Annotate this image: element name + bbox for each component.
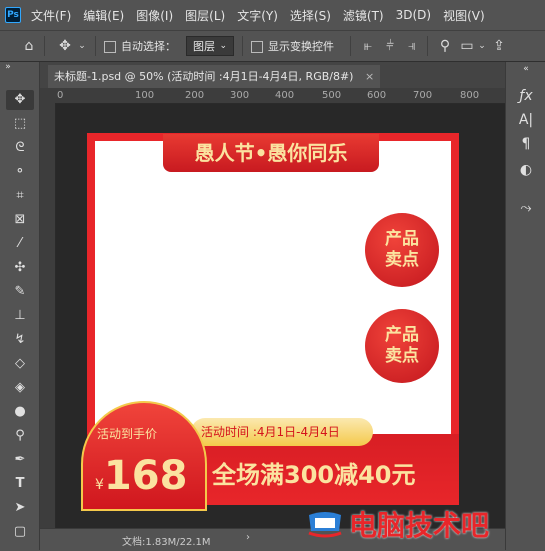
site-watermark: 电脑技术吧: [305, 502, 545, 546]
options-bar: ⌂ ✥ ⌄ 自动选择： 图层 ⌄ 显示变换控件 ⫦ ⫩ ⫣ ⚲ ▭ ⌄ ⇪: [0, 30, 545, 62]
ruler-label: 300: [230, 90, 250, 101]
ruler-label: 800: [460, 90, 480, 101]
currency-symbol: ¥: [95, 477, 104, 493]
ruler-top: 0 100 200 300 400 500 600 700 800: [55, 88, 505, 104]
divider: [242, 36, 243, 56]
event-time-text: 活动时间 :4月1日-4月4日: [201, 425, 340, 439]
ruler-left: [40, 103, 56, 528]
menu-bar: Ps 文件(F) 编辑(E) 图像(I) 图层(L) 文字(Y) 选择(S) 滤…: [0, 0, 545, 30]
divider: [350, 36, 351, 56]
chevron-down-icon[interactable]: ⌄: [478, 41, 486, 51]
workspace-icon[interactable]: ▭: [456, 38, 478, 54]
chevron-down-icon: ⌄: [219, 41, 227, 51]
menu-view[interactable]: 视图(V): [443, 7, 485, 24]
ruler-label: 200: [185, 90, 205, 101]
right-panel-dock: « ƒx A| ¶ ◐ ⤳: [505, 62, 545, 550]
share-icon[interactable]: ⇪: [490, 38, 508, 54]
history-brush-tool-icon[interactable]: ↯: [6, 330, 34, 350]
pen-tool-icon[interactable]: ✒: [6, 450, 34, 470]
clone-stamp-tool-icon[interactable]: ⊥: [6, 306, 34, 326]
rectangle-tool-icon[interactable]: ▢: [6, 522, 34, 542]
feature-badge-2-line2: 卖点: [385, 346, 419, 366]
ruler-label: 500: [322, 90, 342, 101]
menu-layer[interactable]: 图层(L): [185, 7, 225, 24]
menu-file[interactable]: 文件(F): [31, 7, 71, 24]
menu-image[interactable]: 图像(I): [136, 7, 173, 24]
menu-type[interactable]: 文字(Y): [237, 7, 278, 24]
document-size: 文档:1.83M/22.1M: [122, 537, 211, 548]
brush-tool-icon[interactable]: ✎: [6, 282, 34, 302]
event-time-pill: 活动时间 :4月1日-4月4日: [191, 418, 373, 446]
show-transform-checkbox[interactable]: [251, 39, 268, 53]
move-tool-icon[interactable]: ✥: [53, 38, 77, 54]
path-selection-tool-icon[interactable]: ➤: [6, 498, 34, 518]
menu-filter[interactable]: 滤镜(T): [343, 7, 384, 24]
price-value: 168: [103, 453, 188, 499]
auto-select-checkbox[interactable]: [104, 39, 121, 53]
auto-select-label: 自动选择：: [121, 40, 176, 53]
price: ¥168: [95, 453, 187, 499]
search-icon[interactable]: ⚲: [434, 38, 456, 54]
feature-badge-1-line1: 产品: [385, 229, 419, 249]
photoshop-logo: Ps: [5, 7, 21, 23]
divider: [95, 36, 96, 56]
layer-dropdown-value: 图层: [193, 40, 215, 53]
healing-brush-tool-icon[interactable]: ✣: [6, 258, 34, 278]
lasso-tool-icon[interactable]: ᘓ: [6, 138, 34, 158]
feature-badge-1: 产品 卖点: [365, 213, 439, 287]
move-tool-icon[interactable]: ✥: [6, 90, 34, 110]
align-left-icon[interactable]: ⫦: [357, 38, 379, 54]
marquee-tool-icon[interactable]: ⬚: [6, 114, 34, 134]
dodge-tool-icon[interactable]: ⚲: [6, 426, 34, 446]
show-transform-label: 显示变换控件: [268, 40, 334, 53]
home-icon[interactable]: ⌂: [14, 38, 44, 54]
ruler-label: 100: [135, 90, 155, 101]
menu-select[interactable]: 选择(S): [290, 7, 331, 24]
menu-edit[interactable]: 编辑(E): [83, 7, 124, 24]
document-tab-title: 未标题-1.psd @ 50% (活动时间 :4月1日-4月4日, RGB/8#…: [54, 70, 354, 83]
poster-artboard[interactable]: 愚人节•愚你同乐 产品 卖点 产品 卖点 活动时间 :4月1日-4月4日 活动到…: [81, 133, 459, 511]
document-tab-bar: 未标题-1.psd @ 50% (活动时间 :4月1日-4月4日, RGB/8#…: [40, 62, 505, 88]
ruler-corner: [40, 88, 55, 103]
divider: [427, 36, 428, 56]
ruler-label: 0: [57, 90, 64, 101]
frame-tool-icon[interactable]: ⊠: [6, 210, 34, 230]
crop-tool-icon[interactable]: ⌗: [6, 186, 34, 206]
align-right-icon[interactable]: ⫣: [401, 38, 423, 54]
paths-icon[interactable]: ⤳: [514, 200, 538, 216]
adjustments-icon[interactable]: ◐: [514, 162, 538, 178]
expand-panel-icon[interactable]: »: [2, 62, 14, 72]
quick-select-tool-icon[interactable]: ⚬: [6, 162, 34, 182]
fx-icon[interactable]: ƒx: [514, 88, 538, 104]
watermark-text: 电脑技术吧: [349, 509, 490, 542]
eraser-tool-icon[interactable]: ◇: [6, 354, 34, 374]
chevron-right-icon[interactable]: ›: [246, 532, 250, 543]
paragraph-panel-icon[interactable]: ¶: [514, 136, 538, 152]
paint-bucket-tool-icon[interactable]: ◈: [6, 378, 34, 398]
divider: [44, 36, 45, 56]
collapse-panel-icon[interactable]: «: [514, 64, 538, 74]
ruler-label: 600: [367, 90, 387, 101]
poster-title: 愚人节•愚你同乐: [163, 134, 379, 172]
monitor-logo-icon: [305, 509, 345, 539]
eyedropper-tool-icon[interactable]: ⁄: [6, 234, 34, 254]
promo-text: 全场满300减40元: [212, 461, 416, 489]
menu-3d[interactable]: 3D(D): [396, 8, 431, 22]
ruler-label: 700: [413, 90, 433, 101]
price-badge-label: 活动到手价: [97, 427, 158, 441]
chevron-down-icon[interactable]: ⌄: [77, 41, 87, 51]
character-panel-icon[interactable]: A|: [514, 112, 538, 128]
type-tool-icon[interactable]: T: [6, 474, 34, 494]
feature-badge-2: 产品 卖点: [365, 309, 439, 383]
close-icon[interactable]: ×: [365, 70, 374, 83]
tools-panel: » ✥ ⬚ ᘓ ⚬ ⌗ ⊠ ⁄ ✣ ✎ ⊥ ↯ ◇ ◈ ● ⚲ ✒ T ➤ ▢: [0, 62, 40, 550]
layer-dropdown[interactable]: 图层 ⌄: [186, 36, 234, 56]
feature-badge-1-line2: 卖点: [385, 250, 419, 270]
document-tab[interactable]: 未标题-1.psd @ 50% (活动时间 :4月1日-4月4日, RGB/8#…: [48, 65, 381, 88]
feature-badge-2-line1: 产品: [385, 325, 419, 345]
align-center-icon[interactable]: ⫩: [379, 38, 401, 54]
ruler-label: 400: [275, 90, 295, 101]
blur-tool-icon[interactable]: ●: [6, 402, 34, 422]
